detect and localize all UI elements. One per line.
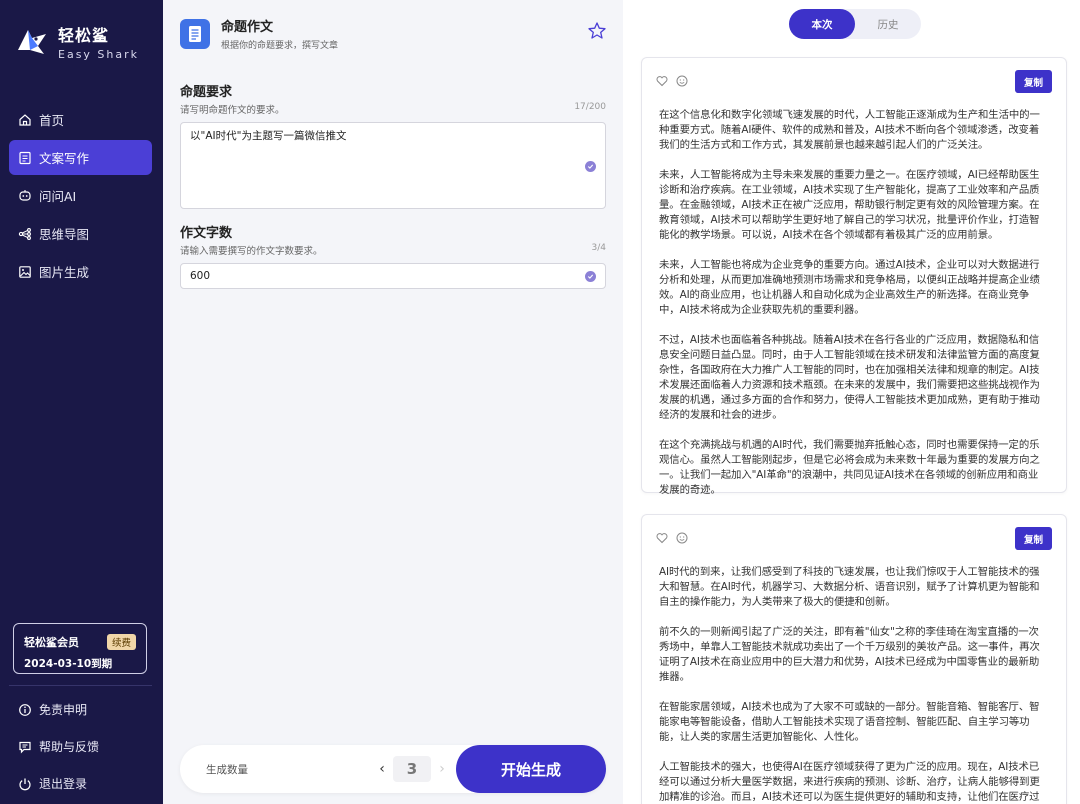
- result-paragraph: 在这个充满挑战与机遇的AI时代，我们需要抛弃抵触心态，同时也需要保持一定的乐观信…: [659, 439, 1040, 496]
- wordcount-char-count: 3/4: [591, 243, 606, 253]
- result-paragraph: 在这个信息化和数字化领域飞速发展的时代，人工智能正逐渐成为生产和生活中的一种重要…: [659, 109, 1040, 151]
- decrement-chevron-left-icon[interactable]: ‹: [375, 761, 389, 777]
- heart-icon[interactable]: [656, 75, 668, 87]
- wordcount-input[interactable]: 600: [180, 263, 606, 289]
- nav-item-label: 图片生成: [39, 265, 90, 280]
- generate-count-label: 生成数量: [206, 764, 248, 776]
- image-icon: [18, 265, 32, 279]
- copy-button[interactable]: 复制: [1015, 527, 1052, 550]
- result-paragraph: 未来，人工智能将成为主导未来发展的重要力量之一。在医疗领域，AI已经帮助医生诊断…: [659, 169, 1040, 241]
- home-icon: [18, 113, 32, 127]
- wordcount-value: 600: [190, 270, 211, 282]
- nav-item-label: 退出登录: [39, 777, 88, 791]
- requirement-char-count: 17/200: [574, 102, 606, 112]
- main-nav: 首页 文案写作 问问AI 思维导图 图片生成: [9, 102, 152, 292]
- nav-item-help[interactable]: 帮助与反馈: [9, 729, 152, 764]
- results-panel: 本次 历史 复制 在这个信息化和数字化领域飞速发展的时代，人工智能正逐渐成为生产…: [623, 0, 1080, 804]
- composer-panel: 命题作文 根据你的命题要求，撰写文章 命题要求 请写明命题作文的要求。 17/2…: [163, 0, 623, 804]
- check-icon: [585, 161, 596, 172]
- tool-document-icon: [180, 18, 210, 49]
- feedback-icon: [18, 740, 32, 754]
- nav-item-label: 帮助与反馈: [39, 740, 100, 754]
- count-stepper-value[interactable]: 3: [393, 756, 431, 782]
- increment-chevron-right-icon[interactable]: ›: [435, 761, 449, 777]
- mindmap-icon: [18, 227, 32, 241]
- tab-history[interactable]: 历史: [855, 9, 921, 39]
- result-text: 在这个信息化和数字化领域飞速发展的时代，人工智能正逐渐成为生产和生活中的一种重要…: [659, 108, 1045, 498]
- smile-icon[interactable]: [676, 532, 688, 544]
- nav-item-home[interactable]: 首页: [9, 102, 152, 137]
- tab-current[interactable]: 本次: [789, 9, 855, 39]
- power-icon: [18, 777, 32, 791]
- sidebar: 轻松鲨 Easy Shark 首页 文案写作 问问AI 思维导图 图片生成 轻松…: [0, 0, 163, 804]
- result-text: AI时代的到来，让我们感受到了科技的飞速发展，也让我们惊叹于人工智能技术的强大和…: [659, 565, 1045, 804]
- nav-item-ask-ai[interactable]: 问问AI: [9, 178, 152, 213]
- document-icon: [18, 151, 32, 165]
- copy-button[interactable]: 复制: [1015, 70, 1052, 93]
- nav-item-copywriting[interactable]: 文案写作: [9, 140, 152, 175]
- nav-item-disclaimer[interactable]: 免责申明: [9, 692, 152, 727]
- membership-expiry: 2024-03-10到期: [24, 658, 113, 670]
- sidebar-divider: [9, 685, 152, 686]
- nav-item-image-gen[interactable]: 图片生成: [9, 254, 152, 289]
- chat-ai-icon: [18, 189, 32, 203]
- generate-bar: 生成数量 ‹ 3 › 开始生成: [180, 745, 606, 793]
- result-paragraph: 未来，人工智能也将成为企业竞争的重要方向。通过AI技术，企业可以对大数据进行分析…: [659, 259, 1040, 316]
- count-stepper: ‹ 3 ›: [375, 756, 449, 782]
- result-paragraph: 前不久的一则新闻引起了广泛的关注，即有着"仙女"之称的李佳琦在淘宝直播的一次秀场…: [659, 626, 1040, 683]
- brand-name: 轻松鲨: [58, 26, 110, 45]
- nav-item-label: 首页: [39, 113, 65, 128]
- info-icon: [18, 703, 32, 717]
- requirement-desc: 请写明命题作文的要求。: [180, 105, 285, 116]
- brand-logo[interactable]: 轻松鲨 Easy Shark: [14, 22, 139, 61]
- start-generate-button[interactable]: 开始生成: [456, 745, 606, 793]
- nav-item-label: 文案写作: [39, 151, 90, 166]
- membership-card: 轻松鲨会员 续费 2024-03-10到期: [13, 623, 147, 674]
- result-card: 复制 在这个信息化和数字化领域飞速发展的时代，人工智能正逐渐成为生产和生活中的一…: [641, 57, 1067, 496]
- nav-item-logout[interactable]: 退出登录: [9, 766, 152, 801]
- nav-item-mindmap[interactable]: 思维导图: [9, 216, 152, 251]
- brand-name-en: Easy Shark: [58, 48, 140, 61]
- requirement-label: 命题要求: [180, 85, 233, 100]
- nav-item-label: 思维导图: [39, 227, 90, 242]
- wordcount-desc: 请输入需要撰写的作文字数要求。: [180, 246, 323, 257]
- result-tabs: 本次 历史: [789, 9, 921, 39]
- tool-header: 命题作文 根据你的命题要求，撰写文章: [180, 16, 338, 51]
- membership-title: 轻松鲨会员: [24, 636, 79, 649]
- renew-button[interactable]: 续费: [106, 634, 136, 650]
- nav-item-label: 免责申明: [39, 703, 88, 717]
- result-card: 复制 AI时代的到来，让我们感受到了科技的飞速发展，也让我们惊叹于人工智能技术的…: [641, 514, 1067, 804]
- smile-icon[interactable]: [676, 75, 688, 87]
- requirement-textarea[interactable]: 以"AI时代"为主题写一篇微信推文: [180, 122, 606, 209]
- favorite-star-icon[interactable]: [587, 21, 607, 41]
- result-paragraph: 不过，AI技术也面临着各种挑战。随着AI技术在各行各业的广泛应用，数据隐私和信息…: [659, 334, 1040, 421]
- tool-title: 命题作文: [221, 20, 274, 35]
- tool-subtitle: 根据你的命题要求，撰写文章: [221, 41, 339, 51]
- result-paragraph: 人工智能技术的强大，也使得AI在医疗领域获得了更为广泛的应用。现在，AI技术已经…: [659, 761, 1040, 803]
- requirement-value: 以"AI时代"为主题写一篇微信推文: [190, 130, 347, 142]
- result-paragraph: AI时代的到来，让我们感受到了科技的飞速发展，也让我们惊叹于人工智能技术的强大和…: [659, 566, 1040, 608]
- shark-logo-icon: [18, 29, 46, 54]
- heart-icon[interactable]: [656, 532, 668, 544]
- bottom-nav: 免责申明 帮助与反馈 退出登录: [9, 692, 152, 803]
- check-icon: [585, 271, 596, 282]
- result-paragraph: 在智能家居领域，AI技术也成为了大家不可或缺的一部分。智能音箱、智能客厅、智能家…: [659, 701, 1040, 743]
- wordcount-label: 作文字数: [180, 226, 233, 241]
- nav-item-label: 问问AI: [39, 189, 77, 204]
